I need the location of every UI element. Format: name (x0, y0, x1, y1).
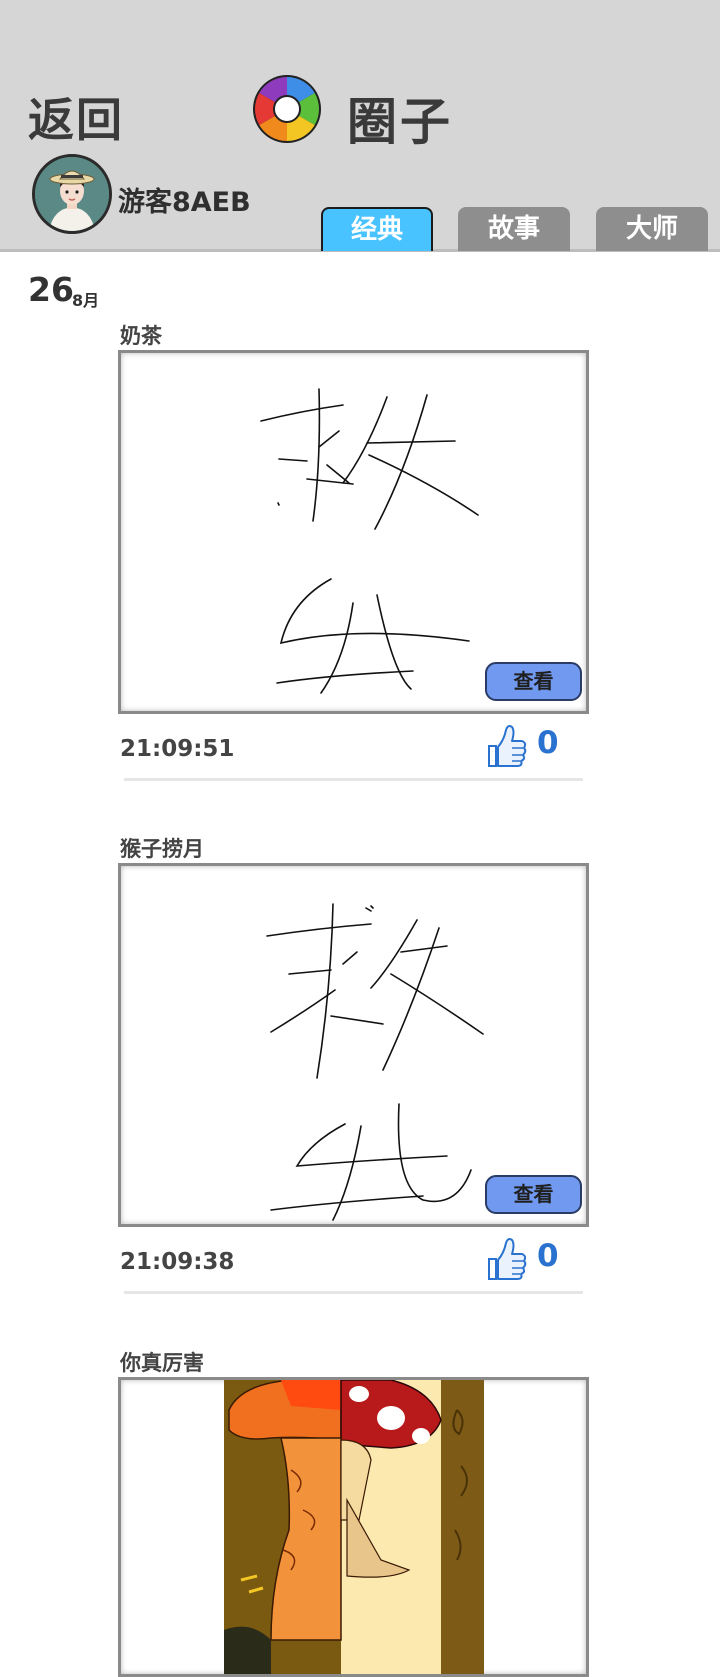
view-button[interactable]: 查看 (485, 662, 582, 701)
drawing-canvas (224, 1380, 484, 1674)
tab-classic[interactable]: 经典 (321, 207, 433, 251)
divider (124, 1291, 583, 1294)
drawing-canvas (260, 388, 479, 694)
username: 游客8AEB (118, 187, 251, 218)
date-day: 26 (28, 270, 74, 309)
post-drawing[interactable] (118, 1377, 589, 1677)
like-count: 0 (537, 1238, 559, 1274)
post-time: 21:09:51 (120, 736, 235, 762)
header: 返回 圈子 游客8AEB 经典 故事 大师 (0, 0, 720, 252)
post-title: 奶茶 (120, 324, 162, 348)
date-month: 8月 (72, 291, 100, 310)
app-logo-icon (253, 75, 321, 143)
post-time: 21:09:38 (120, 1249, 235, 1275)
back-button[interactable]: 返回 (28, 84, 124, 150)
avatar-image (35, 157, 109, 231)
drawing-canvas (266, 903, 484, 1221)
thumbs-up-icon[interactable] (486, 722, 528, 768)
post-title: 猴子捞月 (120, 837, 204, 861)
tab-master[interactable]: 大师 (596, 207, 708, 251)
avatar[interactable] (32, 154, 112, 234)
post-title: 你真厉害 (120, 1351, 204, 1375)
post-drawing[interactable] (118, 350, 589, 714)
tab-story[interactable]: 故事 (458, 207, 570, 251)
divider (124, 778, 583, 781)
page-title: 圈子 (347, 93, 453, 151)
like-count: 0 (537, 725, 559, 761)
post-drawing[interactable] (118, 863, 589, 1227)
thumbs-up-icon[interactable] (486, 1235, 528, 1281)
view-button[interactable]: 查看 (485, 1175, 582, 1214)
